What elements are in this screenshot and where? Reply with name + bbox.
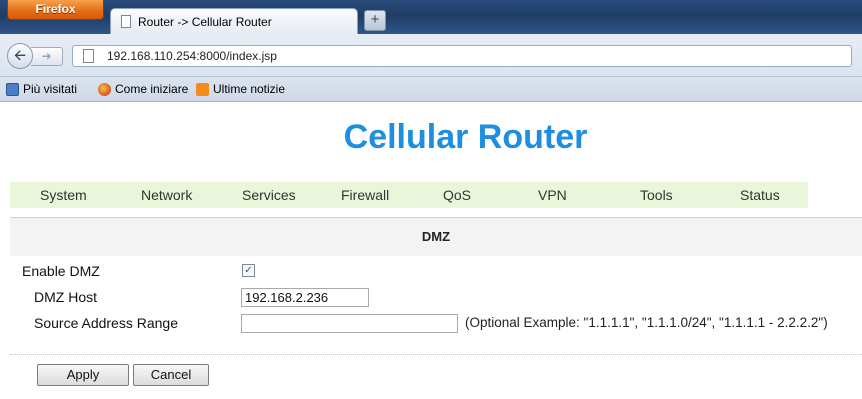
browser-tab[interactable]: Router -> Cellular Router xyxy=(110,8,358,34)
dmz-host-input[interactable] xyxy=(241,288,369,307)
menu-item-status[interactable]: Status xyxy=(740,187,780,203)
menu-item-firewall[interactable]: Firewall xyxy=(341,187,389,203)
bookmark-latest-news[interactable]: Ultime notizie xyxy=(196,82,285,96)
form-divider xyxy=(10,354,862,355)
browser-titlebar: Firefox Router -> Cellular Router + xyxy=(0,0,862,34)
bookmark-folder-icon xyxy=(6,82,19,96)
bookmark-label: Più visitati xyxy=(23,82,78,96)
apply-button[interactable]: Apply xyxy=(37,364,129,386)
source-range-input[interactable] xyxy=(241,314,458,333)
url-text: 192.168.110.254:8000/index.jsp xyxy=(107,49,277,63)
rss-icon xyxy=(196,82,209,96)
menu-item-vpn[interactable]: VPN xyxy=(538,187,567,203)
source-range-label: Source Address Range xyxy=(34,315,178,331)
main-menu: System Network Services Firewall QoS VPN… xyxy=(10,182,808,208)
menu-item-network[interactable]: Network xyxy=(141,187,192,203)
menu-item-qos[interactable]: QoS xyxy=(443,187,471,203)
section-title: DMZ xyxy=(421,229,451,244)
bookmarks-toolbar: Più visitati Come iniziare Ultime notizi… xyxy=(0,77,862,102)
address-bar[interactable]: 192.168.110.254:8000/index.jsp xyxy=(72,45,852,67)
forward-button[interactable]: ➜ xyxy=(31,47,63,66)
page-title: Cellular Router xyxy=(343,118,588,156)
new-tab-button[interactable]: + xyxy=(364,10,386,31)
bookmark-label: Come iniziare xyxy=(115,82,189,96)
bookmark-most-visited[interactable]: Più visitati xyxy=(6,82,77,96)
page-icon xyxy=(121,15,131,28)
back-button[interactable]: 🡨 xyxy=(7,43,33,69)
site-icon xyxy=(83,49,94,63)
enable-dmz-label: Enable DMZ xyxy=(22,263,100,279)
source-range-hint: (Optional Example: "1.1.1.1", "1.1.1.0/2… xyxy=(465,315,828,330)
navigation-bar: ➜ 🡨 192.168.110.254:8000/index.jsp xyxy=(0,34,862,77)
section-header: DMZ xyxy=(10,217,862,256)
cancel-button[interactable]: Cancel xyxy=(133,364,209,386)
menu-item-tools[interactable]: Tools xyxy=(640,187,673,203)
bookmark-getting-started[interactable]: Come iniziare xyxy=(98,82,188,96)
menu-item-system[interactable]: System xyxy=(40,187,87,203)
nav-buttons: ➜ 🡨 xyxy=(7,43,63,69)
menu-item-services[interactable]: Services xyxy=(242,187,296,203)
dmz-host-label: DMZ Host xyxy=(34,289,97,305)
enable-dmz-checkbox[interactable]: ✓ xyxy=(242,264,255,277)
bookmark-label: Ultime notizie xyxy=(213,82,286,96)
firefox-menu-button[interactable]: Firefox xyxy=(7,0,104,20)
tab-title: Router -> Cellular Router xyxy=(138,15,272,29)
firefox-icon xyxy=(98,82,111,96)
